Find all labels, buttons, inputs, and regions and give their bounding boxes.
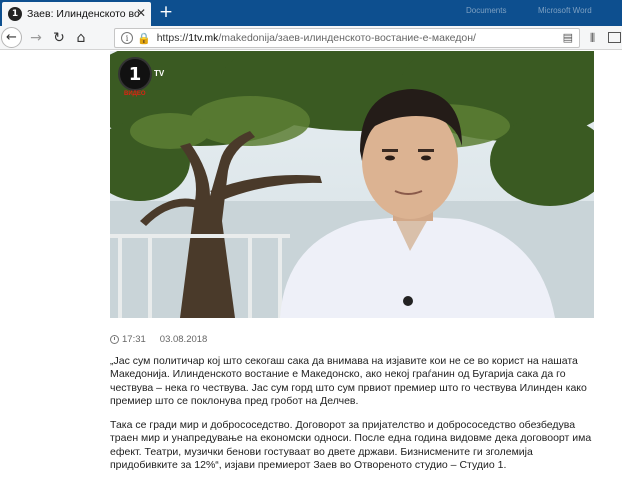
url-scheme: https:// — [156, 32, 189, 44]
article-meta: 17:31 03.08.2018 — [110, 333, 207, 345]
clock-icon — [110, 334, 119, 344]
article-body: „Јас сум политичар кој што секогаш сака … — [110, 355, 594, 483]
url-host: 1tv.mk — [188, 32, 219, 44]
url-path: /makedonija/заев-илинденското-востание-е… — [218, 32, 476, 44]
navigation-toolbar: ← → ↻ ⌂ i 🔒 https://1tv.mk/makedonija/за… — [0, 26, 622, 50]
new-tab-button[interactable]: + — [156, 2, 176, 22]
article-time: 17:31 — [122, 333, 146, 345]
reader-view-icon[interactable]: ▤ — [563, 31, 573, 44]
sidebar-toggle-icon[interactable] — [608, 32, 621, 43]
channel-logo-tag: ВИДЕО — [124, 91, 146, 97]
hero-illustration — [110, 51, 594, 318]
lock-icon[interactable]: 🔒 — [137, 32, 151, 45]
close-icon[interactable]: ✕ — [136, 6, 146, 20]
article-paragraph: Така се гради мир и добрососедство. Дого… — [110, 419, 592, 472]
tab-title: Заев: Илинденското востание е македон — [27, 8, 139, 20]
tab-active[interactable]: 1 Заев: Илинденското востание е македон … — [2, 2, 151, 26]
back-button[interactable]: ← — [1, 27, 22, 48]
site-info-icon[interactable]: i — [121, 32, 133, 44]
background-window-label: Microsoft Word — [538, 6, 592, 15]
site-favicon-icon: 1 — [8, 7, 22, 21]
channel-logo-icon: 1 — [118, 57, 152, 91]
article-hero-image: 1 ВИДЕО TV — [110, 51, 594, 318]
article-paragraph: „Јас сум политичар кој што секогаш сака … — [110, 355, 587, 407]
url-text[interactable]: https://1tv.mk/makedonija/заев-илинденск… — [157, 32, 476, 44]
tab-strip: 1 Заев: Илинденското востание е македон … — [0, 0, 622, 26]
channel-logo-tv: TV — [154, 69, 165, 78]
background-window-label: Documents — [466, 6, 507, 15]
library-icon[interactable]: ⫴ — [590, 31, 595, 46]
home-button[interactable]: ⌂ — [70, 27, 92, 49]
forward-button[interactable]: → — [25, 27, 47, 49]
article-date: 03.08.2018 — [159, 333, 208, 345]
reload-button[interactable]: ↻ — [48, 27, 70, 49]
address-bar[interactable]: i 🔒 https://1tv.mk/makedonija/заев-илинд… — [114, 28, 580, 48]
